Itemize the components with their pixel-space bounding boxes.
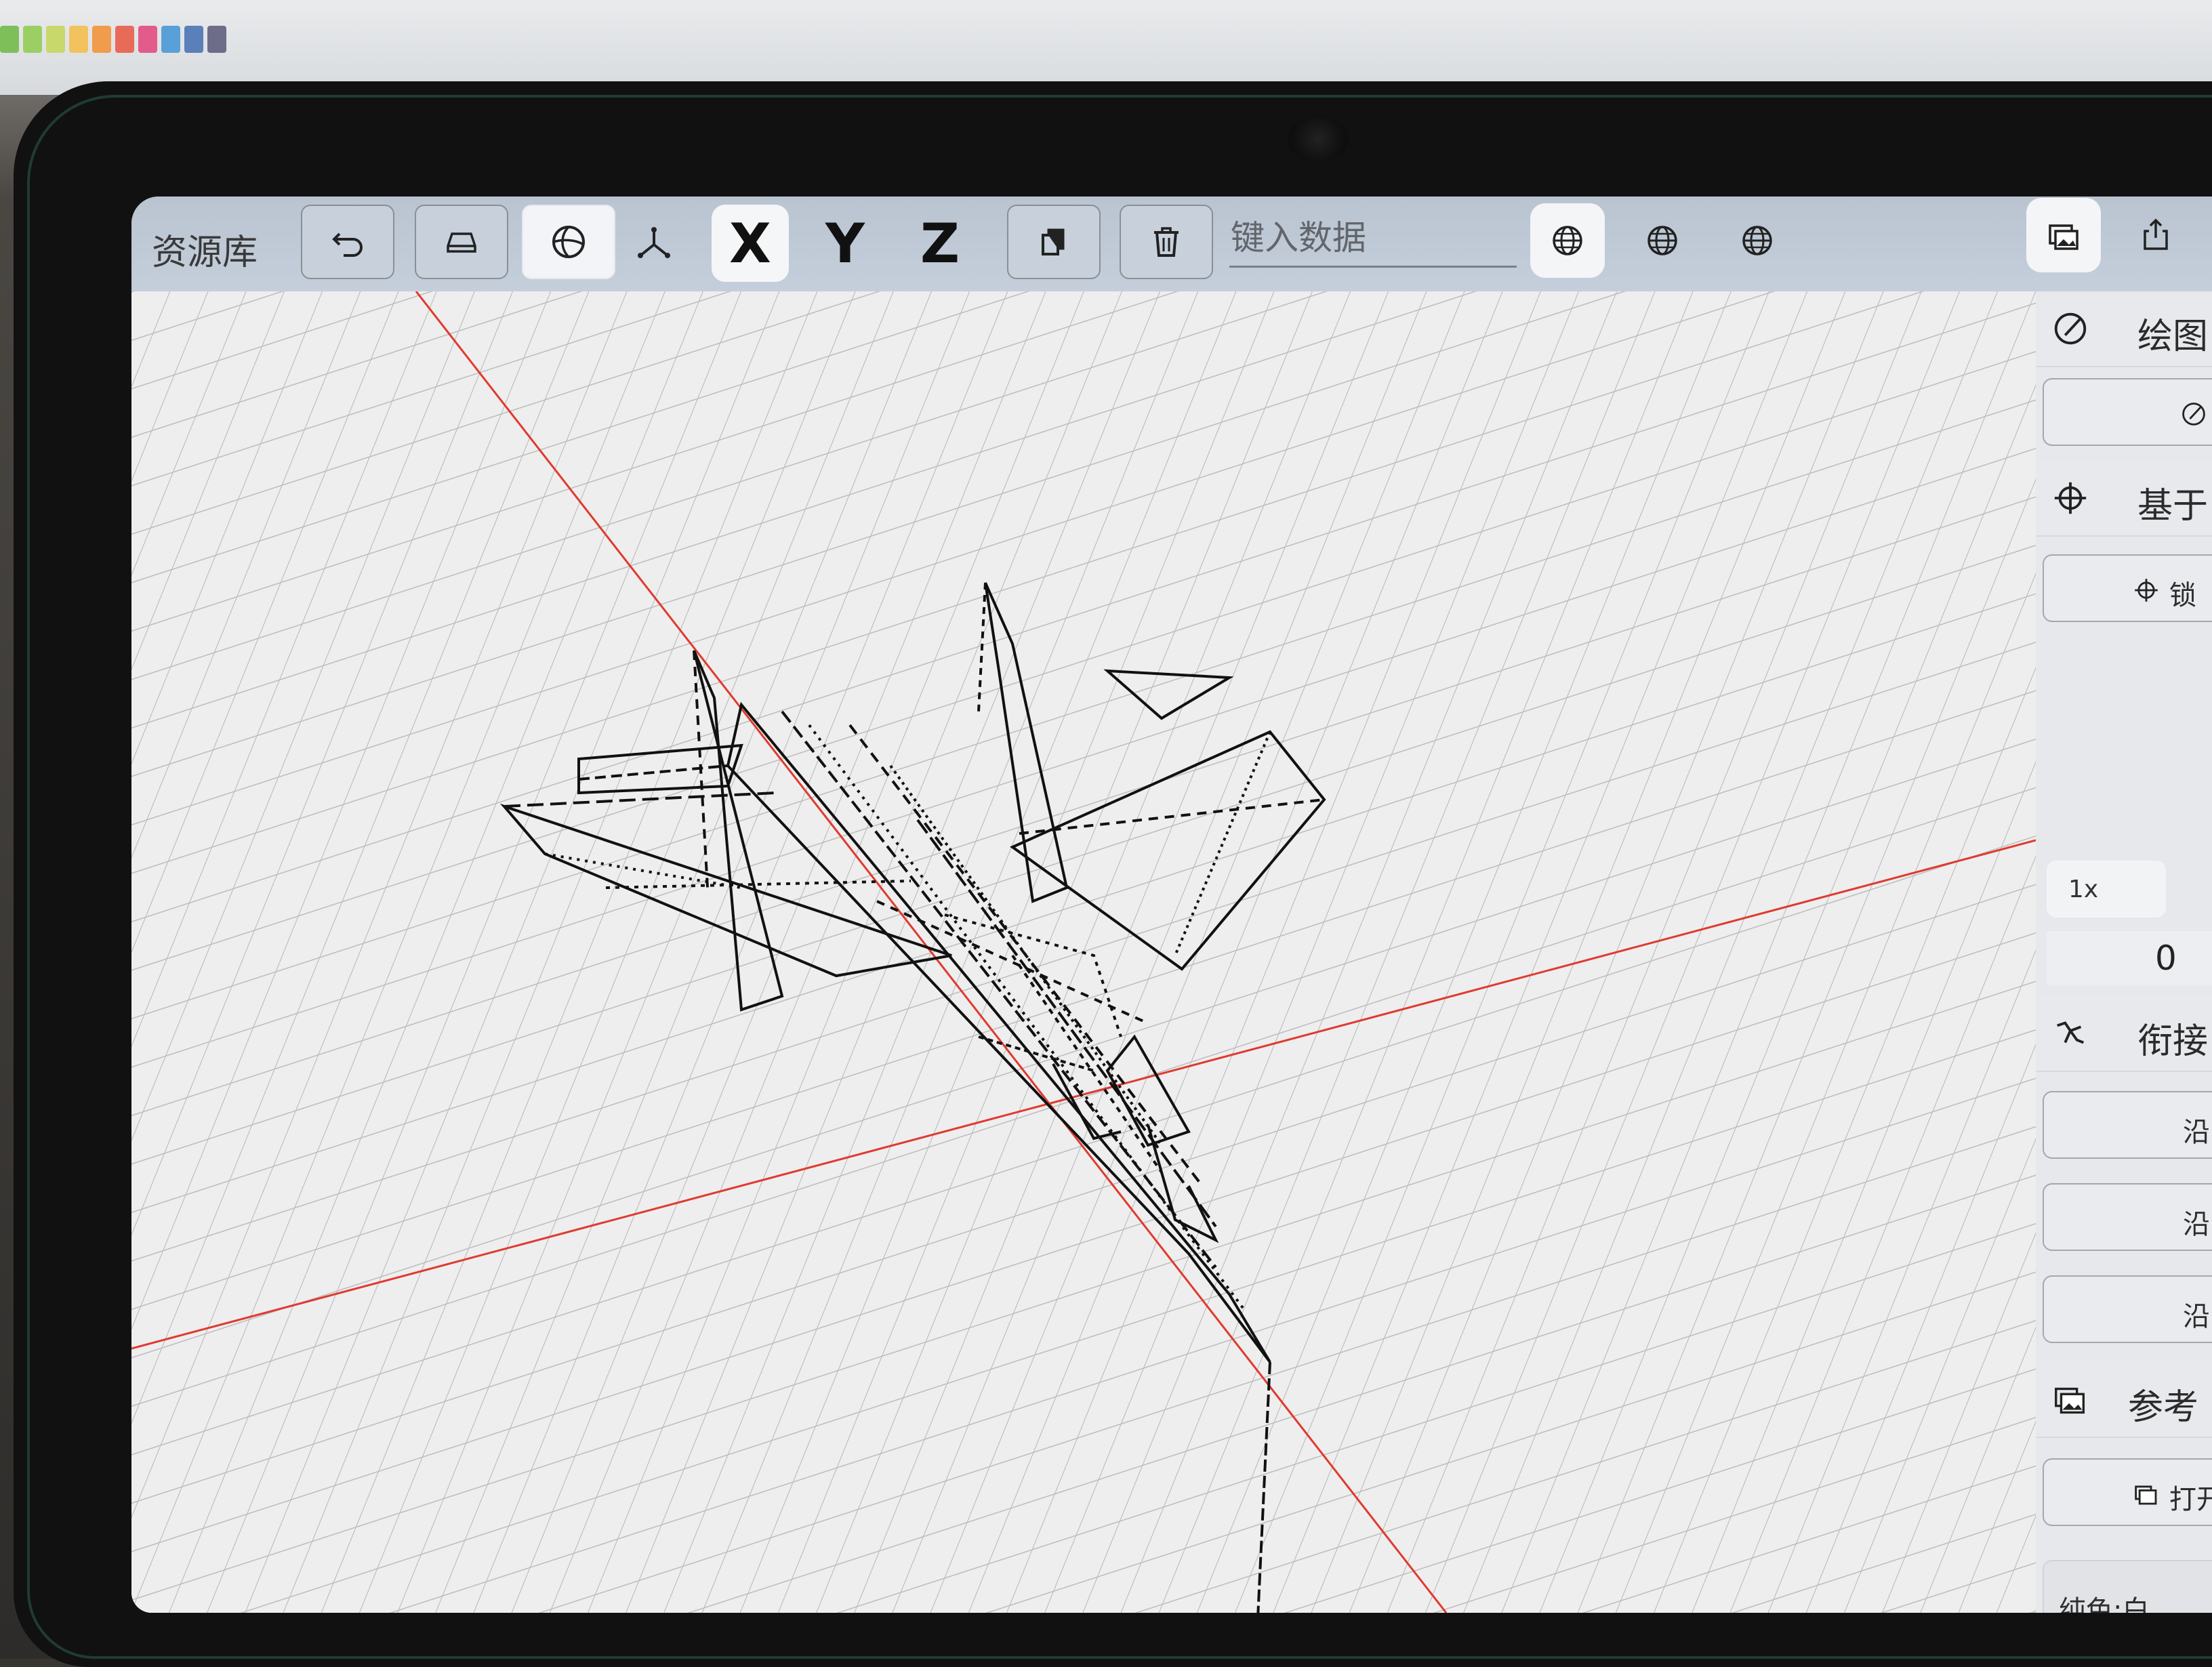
- connect-icon: [2057, 1021, 2085, 1044]
- axis-y-button[interactable]: Y: [806, 205, 884, 282]
- front-camera: [1288, 115, 1349, 163]
- lock-button[interactable]: 锁: [2043, 554, 2212, 622]
- value-field[interactable]: 0: [2047, 931, 2212, 985]
- share-icon: [2144, 218, 2168, 250]
- pencil-circle-icon: [2182, 403, 2205, 426]
- reference-title: 参考: [2128, 1387, 2199, 1428]
- eraser-button[interactable]: [415, 205, 508, 279]
- pencil-circle-icon: [2054, 312, 2087, 345]
- reference-image-button[interactable]: [2026, 198, 2101, 272]
- color-swatches: [0, 26, 226, 53]
- axis-x-button[interactable]: X: [712, 205, 789, 282]
- image-icon: [2049, 224, 2078, 250]
- along-label-2: 沿: [2183, 1209, 2210, 1240]
- 3d-viewport[interactable]: [131, 291, 2036, 1613]
- along-label-1: 沿: [2183, 1117, 2210, 1148]
- export-button[interactable]: [2118, 198, 2193, 272]
- undo-button[interactable]: [301, 205, 394, 279]
- sphere-icon: [552, 226, 585, 258]
- right-tool-panel: 绘图 基于 锁 1x 0 衔接 沿 沿 沿 参考 打开 纯色:白: [2036, 291, 2212, 1613]
- draw-title: 绘图: [2137, 316, 2209, 357]
- axes-icon: [638, 227, 670, 258]
- library-button[interactable]: 资源库: [152, 224, 258, 274]
- along-button-1[interactable]: 沿: [2043, 1091, 2212, 1159]
- along-button-2[interactable]: 沿: [2043, 1183, 2212, 1251]
- image-icon: [2055, 1387, 2085, 1414]
- lock-label: 锁: [2169, 580, 2196, 611]
- base-section-header[interactable]: 基于: [2036, 461, 2212, 537]
- along-button-3[interactable]: 沿: [2043, 1275, 2212, 1343]
- data-input[interactable]: [1229, 210, 1517, 268]
- grid-canvas: [131, 291, 2036, 1613]
- crosshair-icon: [2054, 482, 2087, 514]
- background-monitor: [0, 0, 2212, 95]
- globe-button-2[interactable]: [1625, 203, 1700, 278]
- app-screen: 资源库 X Y Z 键入数据 绘图 基于 锁 1x 0 衔接 沿 沿 沿 参考 …: [131, 197, 2212, 1613]
- top-toolbar: 资源库 X Y Z 键入数据: [131, 197, 2212, 291]
- background-color-button[interactable]: 纯色:白: [2043, 1560, 2212, 1613]
- connect-section-header[interactable]: 衔接: [2036, 996, 2212, 1072]
- open-label: 打开: [2169, 1484, 2212, 1515]
- base-title: 基于: [2137, 486, 2209, 527]
- copy-icon: [1042, 228, 1065, 255]
- crosshair-icon: [2135, 579, 2158, 602]
- globe-icon: [1553, 226, 1582, 255]
- globe-icon: [1742, 226, 1772, 255]
- eraser-icon: [447, 232, 476, 253]
- draw-tool-button[interactable]: [2043, 378, 2212, 446]
- globe-icon: [1647, 226, 1677, 255]
- zoom-chip[interactable]: 1x: [2047, 861, 2166, 918]
- along-label-3: 沿: [2183, 1301, 2210, 1332]
- undo-icon: [332, 232, 363, 257]
- axes-button[interactable]: [615, 205, 693, 282]
- copy-button[interactable]: [1007, 205, 1101, 279]
- reference-section-header[interactable]: 参考: [2036, 1362, 2212, 1438]
- open-image-button[interactable]: 打开: [2043, 1458, 2212, 1526]
- globe-button-3[interactable]: [1720, 203, 1795, 278]
- sphere-mode-button[interactable]: [522, 205, 615, 279]
- axis-z-button[interactable]: Z: [901, 205, 979, 282]
- delete-button[interactable]: [1120, 205, 1213, 279]
- image-icon: [2135, 1485, 2157, 1505]
- globe-button-1[interactable]: [1530, 203, 1605, 278]
- draw-section-header[interactable]: 绘图: [2036, 291, 2212, 367]
- connect-title: 衔接: [2137, 1021, 2209, 1062]
- trash-icon: [1154, 227, 1179, 257]
